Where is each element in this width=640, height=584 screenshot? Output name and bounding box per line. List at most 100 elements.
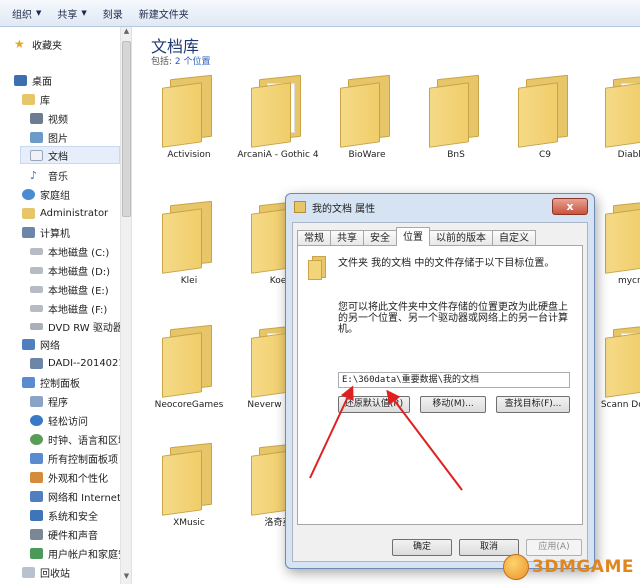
organize-label: 组织	[12, 9, 32, 21]
nav-libraries[interactable]: 库	[22, 90, 50, 108]
folder-item[interactable]: C9	[502, 74, 588, 161]
nav-label: 时钟、语言和区域	[48, 435, 128, 447]
folder-item[interactable]: BnS	[413, 74, 499, 161]
scroll-up-icon[interactable]: ▲	[121, 27, 131, 39]
close-button[interactable]: x	[552, 198, 588, 215]
tab-location[interactable]: 位置	[396, 227, 430, 246]
picture-icon	[30, 131, 43, 143]
nav-label: 本地磁盘 (D:)	[48, 266, 111, 278]
nav-music[interactable]: ♪ 音乐	[30, 166, 68, 184]
nav-label: 视频	[48, 114, 68, 126]
nav-dadi[interactable]: DADI--2014021	[30, 354, 125, 372]
video-icon	[30, 112, 43, 124]
nav-computer[interactable]: 计算机	[22, 223, 70, 241]
watermark-text: 3DMGAME	[532, 557, 634, 577]
tab-previous-versions[interactable]: 以前的版本	[429, 230, 493, 246]
nav-scrollbar[interactable]: ▲ ▼	[120, 27, 131, 584]
user-folder-icon	[22, 207, 35, 219]
includes-locations-link[interactable]: 2 个位置	[175, 57, 211, 67]
shield-icon	[30, 509, 43, 521]
nav-programs[interactable]: 程序	[30, 392, 68, 410]
folder-item[interactable]: Scann Docum	[589, 324, 640, 411]
nav-clock-region[interactable]: 时钟、语言和区域	[30, 430, 128, 448]
nav-pictures[interactable]: 图片	[30, 128, 68, 146]
folder-item[interactable]: Diablo	[589, 74, 640, 161]
nav-user-accounts[interactable]: 用户帐户和家庭安全	[30, 544, 131, 562]
folder-label: Diablo	[617, 150, 640, 160]
nav-documents[interactable]: 文档	[20, 146, 120, 164]
nav-label: 外观和个性化	[48, 473, 108, 485]
nav-disk-e[interactable]: 本地磁盘 (E:)	[30, 280, 109, 298]
move-button[interactable]: 移动(M)...	[420, 396, 486, 413]
find-target-button[interactable]: 查找目标(F)...	[496, 396, 570, 413]
folder-icon	[601, 324, 640, 398]
nav-system-security[interactable]: 系统和安全	[30, 506, 98, 524]
folder-label: ArcaniA - Gothic 4	[237, 150, 319, 160]
nav-label: 硬件和声音	[48, 530, 98, 542]
folder-item[interactable]: Klei	[146, 200, 232, 287]
nav-control-panel[interactable]: 控制面板	[22, 373, 80, 391]
folder-item[interactable]: XMusic	[146, 442, 232, 529]
nav-administrator[interactable]: Administrator	[22, 204, 108, 222]
ok-button[interactable]: 确定	[392, 539, 452, 556]
network-globe-icon	[30, 490, 43, 502]
folder-label: mycro	[617, 276, 640, 286]
restore-default-button[interactable]: 还原默认值(R)	[338, 396, 410, 413]
folder-label: Scann Docum	[600, 400, 640, 410]
nav-label: DADI--2014021	[48, 357, 125, 369]
nav-recycle-bin[interactable]: 回收站	[22, 563, 70, 581]
share-button[interactable]: 共享 ▼	[57, 6, 86, 21]
nav-dvd[interactable]: DVD RW 驱动器	[30, 317, 123, 335]
tab-security[interactable]: 安全	[363, 230, 397, 246]
users-icon	[30, 547, 43, 559]
nav-label: 文档	[48, 151, 68, 163]
new-folder-button[interactable]: 新建文件夹	[139, 6, 189, 21]
nav-label: 本地磁盘 (C:)	[48, 247, 110, 259]
new-folder-label: 新建文件夹	[138, 9, 189, 21]
nav-label: 桌面	[32, 76, 52, 88]
folder-item[interactable]: Activision	[146, 74, 232, 161]
nav-label: 计算机	[40, 228, 70, 240]
scroll-thumb[interactable]	[122, 41, 131, 217]
printer-icon	[30, 528, 43, 540]
folder-item[interactable]: BioWare	[324, 74, 410, 161]
folder-item[interactable]: NeocoreGames	[146, 324, 232, 411]
nav-homegroup[interactable]: 家庭组	[22, 185, 70, 203]
dvd-drive-icon	[30, 322, 43, 330]
nav-label: 控制面板	[40, 378, 80, 390]
nav-appearance[interactable]: 外观和个性化	[30, 468, 108, 486]
nav-desktop[interactable]: 桌面	[14, 71, 52, 89]
nav-disk-d[interactable]: 本地磁盘 (D:)	[30, 261, 110, 279]
tab-sharing[interactable]: 共享	[330, 230, 364, 246]
location-panel: 文件夹 我的文档 中的文件存储于以下目标位置。 您可以将此文件夹中文件存储的位置…	[297, 245, 583, 525]
nav-all-items[interactable]: 所有控制面板项	[30, 449, 118, 467]
folder-item[interactable]: mycro	[589, 200, 640, 287]
folder-icon	[601, 74, 640, 148]
nav-label: 所有控制面板项	[48, 454, 118, 466]
tab-general[interactable]: 常规	[297, 230, 331, 246]
target-path-field[interactable]: E:\360data\重要数据\我的文档	[338, 372, 570, 388]
nav-favorites[interactable]: ★ 收藏夹	[14, 35, 62, 53]
organize-button[interactable]: 组织 ▼	[12, 6, 41, 21]
nav-label: 轻松访问	[48, 416, 88, 428]
properties-dialog: 我的文档 属性 x 常规 共享 安全 位置 以前的版本 自定义 文件夹 我的文档…	[285, 193, 595, 569]
folder-label: XMusic	[173, 518, 205, 528]
nav-disk-c[interactable]: 本地磁盘 (C:)	[30, 242, 109, 260]
scroll-down-icon[interactable]: ▼	[121, 572, 131, 584]
folder-item[interactable]: ArcaniA - Gothic 4	[235, 74, 321, 161]
burn-button[interactable]: 刻录	[103, 6, 123, 21]
nav-hardware-sound[interactable]: 硬件和声音	[30, 525, 98, 543]
desktop-icon	[14, 74, 27, 86]
location-description: 文件夹 我的文档 中的文件存储于以下目标位置。	[338, 258, 555, 269]
tab-customize[interactable]: 自定义	[492, 230, 536, 246]
star-icon: ★	[14, 36, 25, 51]
nav-videos[interactable]: 视频	[30, 109, 68, 127]
nav-network[interactable]: 网络	[22, 335, 60, 353]
nav-ease-of-access[interactable]: 轻松访问	[30, 411, 88, 429]
nav-network-internet[interactable]: 网络和 Internet	[30, 487, 121, 505]
nav-disk-f[interactable]: 本地磁盘 (F:)	[30, 299, 107, 317]
folder-icon	[158, 442, 220, 516]
dialog-titlebar[interactable]: 我的文档 属性	[286, 194, 594, 220]
includes-label: 包括:	[151, 57, 173, 67]
folder-icon	[308, 256, 328, 280]
